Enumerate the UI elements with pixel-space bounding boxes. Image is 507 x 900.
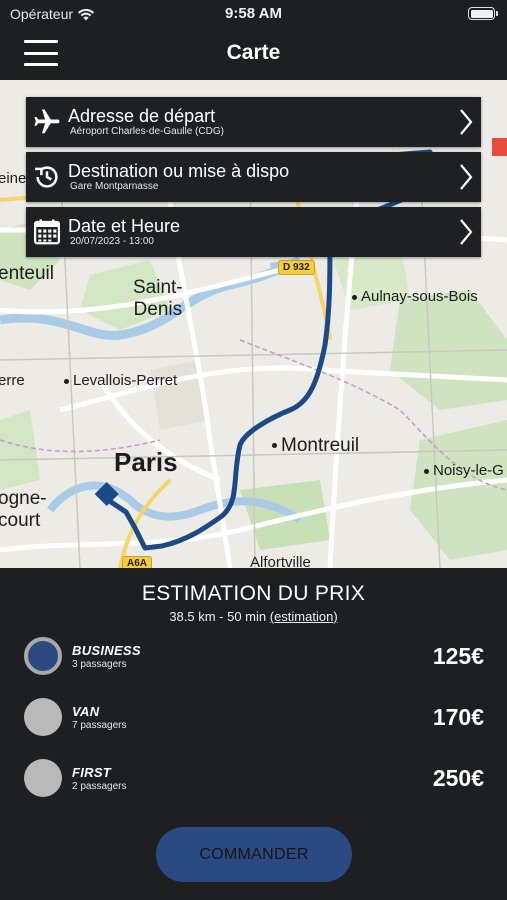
page-title: Carte [226,41,281,64]
map-label-argenteuil: enteuil [0,263,54,284]
map-label-levallois: Levallois-Perret [64,372,177,389]
departure-address-card[interactable]: Adresse de départ Aéroport Charles-de-Ga… [26,97,481,147]
estimate-summary: 38.5 km - 50 min (estimation) [0,609,507,624]
map-label-aulnay: Aulnay-sous-Bois [352,288,478,305]
map-label-alfortville: Alfortville [250,554,311,568]
map-label-ormesson: eine [0,170,27,187]
date-time-card[interactable]: Date et Heure 20/07/2023 - 13:00 [26,207,481,257]
departure-subtitle: Aéroport Charles-de-Gaulle (CDG) [70,126,224,137]
option-passengers: 7 passagers [72,719,127,731]
radio-unselected[interactable] [24,698,62,736]
map-label-saint-denis: Saint- Denis [133,277,183,320]
map-label-bezons: erre [0,372,25,389]
order-button[interactable]: COMMANDER [156,827,352,882]
calendar-icon [26,207,68,257]
battery-icon [468,7,498,20]
option-price: 125€ [432,642,484,669]
option-price: 170€ [432,703,484,730]
nav-bar: Carte [0,28,507,80]
map-label-boulogne: ogne- court [0,488,47,531]
estimate-title: ESTIMATION DU PRIX [141,582,366,605]
chevron-right-icon [451,97,481,147]
chevron-right-icon [451,152,481,202]
map-label-noisy: Noisy-le-G [424,462,504,479]
vehicle-option-van[interactable]: VAN 7 passagers 170€ [24,696,484,738]
option-name: BUSINESS [72,642,141,658]
destination-title: Destination ou mise à dispo [68,161,290,181]
chevron-right-icon [451,207,481,257]
history-clock-icon [26,152,68,202]
map-label-montreuil: Montreuil [272,435,359,457]
option-name: VAN [72,703,100,719]
destination-card[interactable]: Destination ou mise à dispo Gare Montpar… [26,152,481,202]
option-passengers: 3 passagers [72,658,127,670]
road-badge-a6a: A6A [122,556,153,568]
date-time-title: Date et Heure [68,216,181,236]
destination-subtitle: Gare Montparnasse [70,181,159,192]
departure-title: Adresse de départ [68,106,216,126]
map-label-paris: Paris [114,447,178,477]
road-badge-d932: D 932 [278,260,315,275]
vehicle-option-first[interactable]: FIRST 2 passagers 250€ [24,757,484,799]
price-estimate-panel: ESTIMATION DU PRIX 38.5 km - 50 min (est… [0,568,507,900]
airplane-icon [26,97,68,147]
vehicle-option-business[interactable]: BUSINESS 3 passagers 125€ [24,635,484,677]
radio-selected[interactable] [24,637,62,675]
option-passengers: 2 passagers [72,780,127,792]
estimate-link[interactable]: (estimation) [270,609,338,624]
date-time-subtitle: 20/07/2023 - 13:00 [70,236,154,247]
option-name: FIRST [72,764,112,780]
status-time: 9:58 AM [225,5,282,22]
status-bar: Opérateur 9:58 AM [0,0,507,28]
option-price: 250€ [432,764,484,791]
estimate-distance-duration: 38.5 km - 50 min [169,609,270,624]
radio-unselected[interactable] [24,759,62,797]
